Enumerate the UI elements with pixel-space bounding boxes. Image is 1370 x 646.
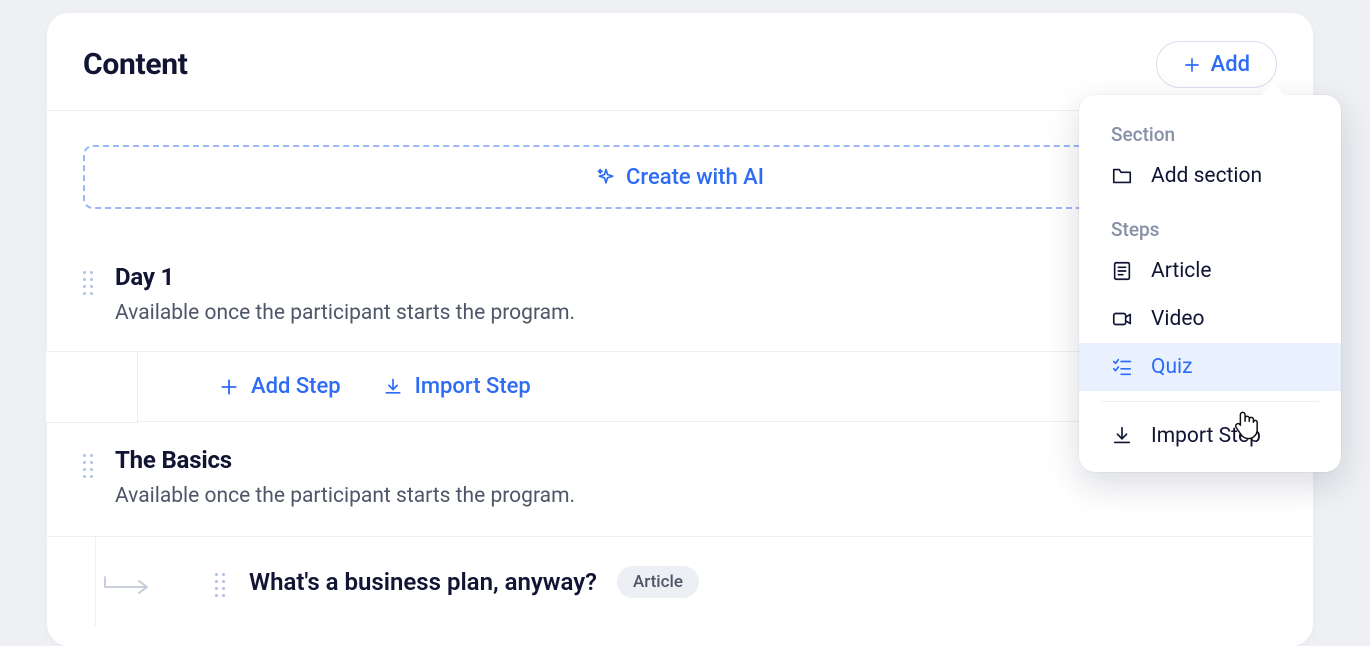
dropdown-divider [1101,401,1319,402]
add-button[interactable]: Add [1156,41,1277,88]
video-icon [1111,308,1133,330]
drag-handle-icon[interactable] [83,446,97,479]
add-step-label: Add Step [251,374,341,399]
section-subtitle: Available once the participant starts th… [115,484,575,508]
tree-arrow-icon [103,575,153,599]
drag-handle-icon[interactable] [215,565,229,598]
section-subtitle: Available once the participant starts th… [115,301,575,325]
dropdown-item-quiz[interactable]: Quiz [1079,343,1341,391]
download-icon [1111,425,1133,447]
page-title: Content [83,47,188,82]
tree-line [95,537,96,626]
import-step-button[interactable]: Import Step [383,374,531,399]
section-title: Day 1 [115,263,575,291]
dropdown-item-add-section[interactable]: Add section [1079,152,1341,200]
step-title: What's a business plan, anyway? [249,568,597,596]
dropdown-item-import-step[interactable]: Import Step [1079,412,1341,460]
add-button-label: Add [1211,52,1250,77]
step-row[interactable]: What's a business plan, anyway? Article [47,536,1313,626]
plus-icon [1183,56,1201,74]
drag-handle-icon[interactable] [83,263,97,296]
dropdown-item-label: Video [1151,307,1204,331]
quiz-icon [1111,356,1133,378]
download-icon [383,377,403,397]
section-title: The Basics [115,446,575,474]
dropdown-item-label: Add section [1151,164,1262,188]
dropdown-item-label: Article [1151,259,1212,283]
create-with-ai-label: Create with AI [626,165,764,190]
plus-icon [219,377,239,397]
dropdown-item-label: Import Step [1151,424,1261,448]
dropdown-group-steps: Steps [1079,200,1341,247]
dropdown-group-section: Section [1079,115,1341,152]
folder-icon [1111,165,1133,187]
add-step-button[interactable]: Add Step [219,374,341,399]
sparkle-icon [596,167,616,187]
add-dropdown: Section Add section Steps Article Video [1079,95,1341,472]
dropdown-item-video[interactable]: Video [1079,295,1341,343]
step-type-badge: Article [617,566,699,598]
dropdown-item-article[interactable]: Article [1079,247,1341,295]
article-icon [1111,260,1133,282]
dropdown-item-label: Quiz [1151,355,1193,379]
import-step-label: Import Step [415,374,531,399]
row-outcrop [46,351,138,423]
